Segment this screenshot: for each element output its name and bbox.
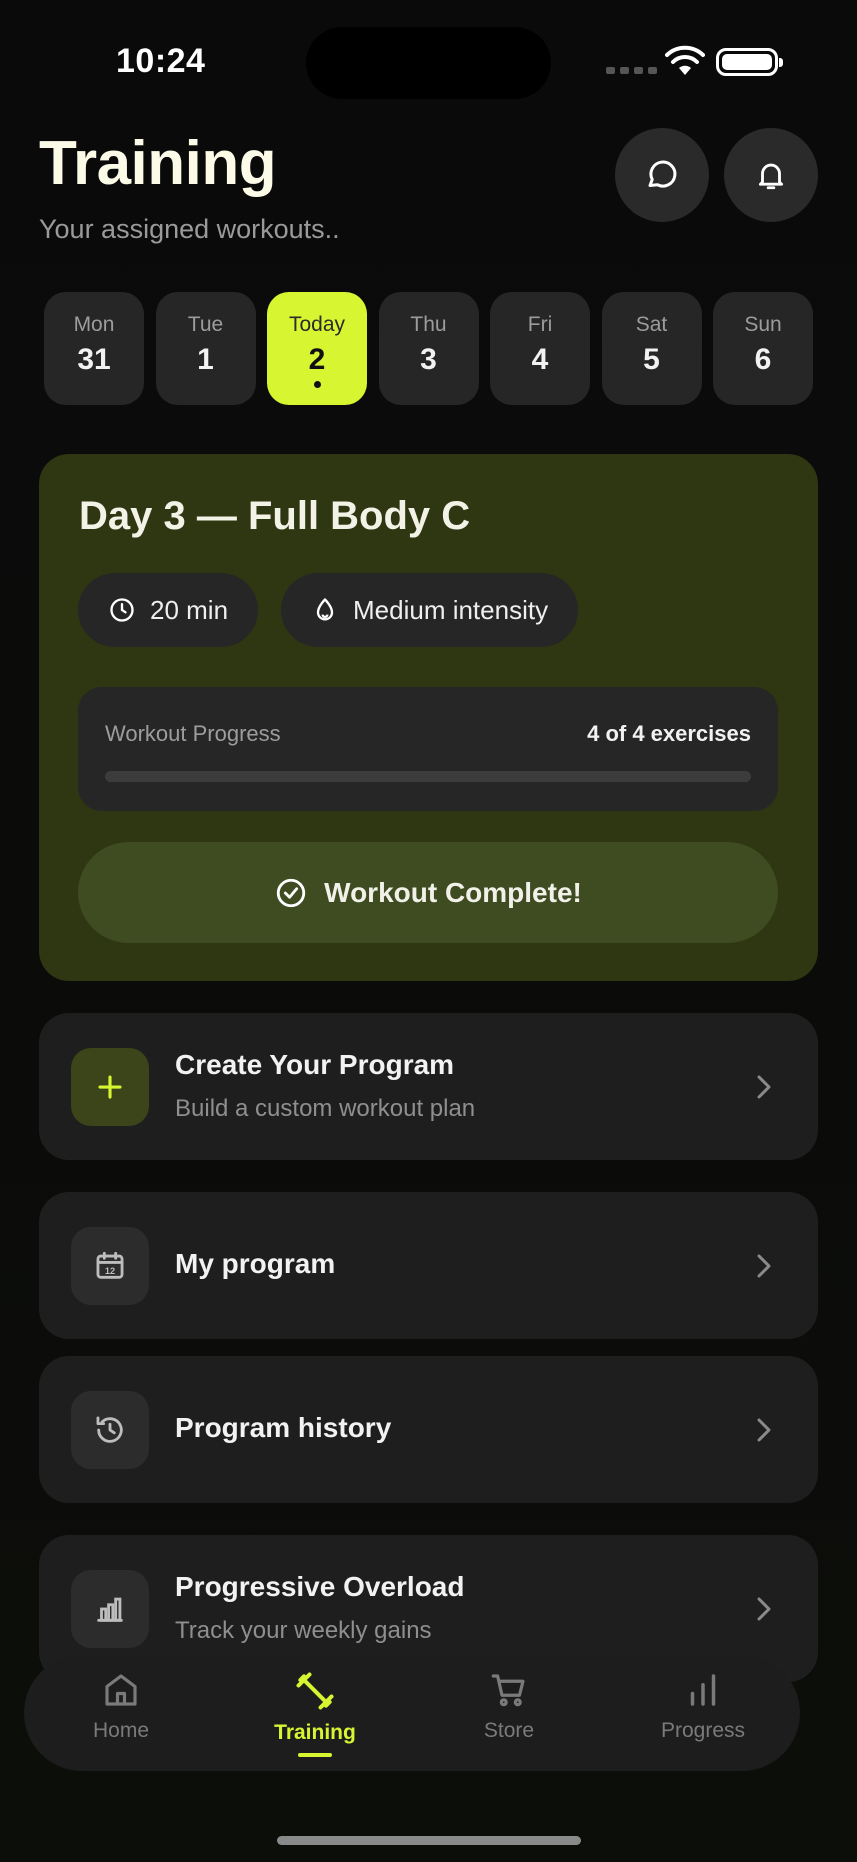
duration-chip: 20 min [78, 573, 259, 647]
signal-icon [606, 67, 657, 74]
workout-complete-button[interactable]: Workout Complete! [78, 842, 778, 943]
status-time: 10:24 [116, 42, 206, 80]
intensity-chip: Medium intensity [281, 573, 579, 647]
page-title: Training [39, 129, 277, 198]
day-sat[interactable]: Sat 5 [601, 292, 702, 405]
today-indicator-dot [313, 381, 321, 388]
progress-bar-fill [105, 771, 751, 782]
day-number: 1 [197, 343, 214, 376]
flame-icon [316, 598, 334, 621]
day-selector: Mon 31 Tue 1 Today 2 Thu 3 Fri 4 Sat 5 S… [44, 292, 813, 405]
duration-text: 20 min [150, 594, 229, 625]
program-history-title: Program history [175, 1412, 392, 1443]
nav-store-label: Store [483, 1719, 535, 1742]
bottom-nav: Home Training Store Progress [24, 1655, 800, 1771]
progressive-overload-title: Progressive Overload [175, 1571, 465, 1602]
check-circle-icon [276, 878, 306, 907]
workout-title: Day 3 — Full Body C [79, 494, 471, 538]
day-name: Mon [73, 313, 115, 336]
day-name: Sun [744, 313, 782, 336]
dynamic-island [306, 27, 551, 99]
workout-card[interactable]: Day 3 — Full Body C 20 min Medium intens… [39, 454, 818, 981]
clock-icon [110, 598, 134, 622]
day-number: 4 [531, 343, 549, 376]
complete-label: Workout Complete! [324, 876, 582, 908]
progressive-overload-subtitle: Track your weekly gains [175, 1617, 432, 1644]
day-number: 6 [754, 343, 772, 376]
notifications-button[interactable] [724, 128, 818, 222]
create-program-title: Create Your Program [175, 1049, 455, 1080]
chevron-right-icon [757, 1075, 771, 1099]
bell-icon [758, 163, 784, 190]
battery-icon [716, 48, 783, 76]
day-tue[interactable]: Tue 1 [155, 292, 256, 405]
nav-training[interactable]: Training [218, 1655, 412, 1771]
history-icon-box [71, 1391, 149, 1469]
home-indicator [277, 1836, 581, 1845]
day-name: Tue [187, 313, 224, 336]
bar-chart-icon [97, 1597, 123, 1622]
cart-icon [491, 1674, 525, 1707]
home-icon [105, 1674, 137, 1706]
workout-progress-panel: Workout Progress 4 of 4 exercises [78, 687, 778, 811]
day-name: Thu [410, 313, 447, 336]
nav-active-indicator [298, 1753, 332, 1757]
day-name: Today [288, 313, 346, 336]
progress-bar [105, 771, 751, 782]
nav-progress[interactable]: Progress [606, 1655, 800, 1771]
create-program-subtitle: Build a custom workout plan [175, 1095, 476, 1122]
progress-count: 4 of 4 exercises [587, 721, 751, 746]
day-mon[interactable]: Mon 31 [44, 292, 144, 405]
chevron-right-icon [757, 1418, 771, 1442]
history-icon [96, 1416, 123, 1443]
progress-label: Workout Progress [105, 721, 281, 746]
calendar-icon-box: 12 [71, 1227, 149, 1305]
overload-icon-box [71, 1570, 149, 1648]
create-icon-box [71, 1048, 149, 1126]
chat-icon [648, 160, 677, 188]
day-number: 3 [420, 343, 437, 376]
chevron-right-icon [757, 1597, 771, 1621]
chat-button[interactable] [615, 128, 709, 222]
day-thu[interactable]: Thu 3 [378, 292, 479, 405]
training-screen: 10:24 Training Your assigned workouts.. … [0, 0, 857, 1862]
plus-icon [98, 1075, 122, 1099]
wifi-icon [665, 45, 705, 75]
progress-icon [690, 1674, 716, 1706]
calendar-icon: 12 [96, 1251, 124, 1279]
day-number: 31 [77, 343, 111, 376]
program-history-card[interactable]: Program history [39, 1356, 818, 1503]
nav-store[interactable]: Store [412, 1655, 606, 1771]
day-sun[interactable]: Sun 6 [713, 292, 813, 405]
my-program-card[interactable]: 12 My program [39, 1192, 818, 1339]
day-number: 5 [643, 343, 660, 376]
day-fri[interactable]: Fri 4 [490, 292, 590, 405]
nav-home-label: Home [92, 1719, 150, 1742]
page-subtitle: Your assigned workouts.. [39, 214, 340, 244]
intensity-text: Medium intensity [353, 594, 549, 625]
create-program-card[interactable]: Create Your Program Build a custom worko… [39, 1013, 818, 1160]
day-name: Sat [635, 313, 668, 336]
day-today[interactable]: Today 2 [267, 292, 367, 405]
day-name: Fri [527, 313, 553, 336]
dumbbell-icon [296, 1672, 334, 1710]
nav-home[interactable]: Home [24, 1655, 218, 1771]
my-program-title: My program [175, 1248, 336, 1279]
nav-training-label: Training [274, 1721, 356, 1744]
svg-text:12: 12 [105, 1266, 115, 1276]
chevron-right-icon [757, 1254, 771, 1278]
nav-progress-label: Progress [660, 1719, 746, 1742]
day-number: 2 [308, 343, 326, 376]
